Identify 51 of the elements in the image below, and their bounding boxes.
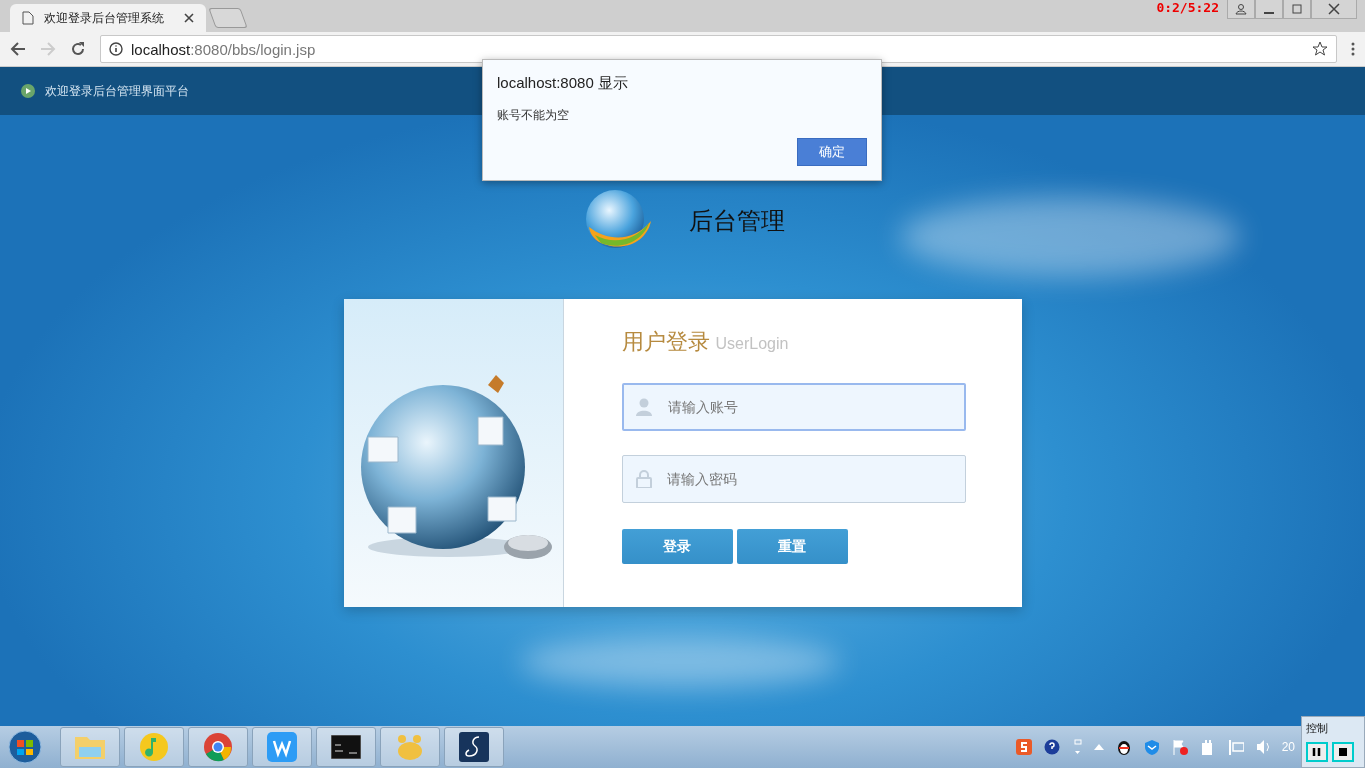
dialog-title: localhost:8080 显示 [497,74,629,93]
chrome-app-button[interactable] [188,727,248,767]
paw-icon [395,733,425,761]
help-icon[interactable] [1043,739,1060,755]
pause-button[interactable] [1306,742,1328,762]
chrome-icon [203,732,233,762]
script-app-button[interactable] [444,727,504,767]
minimize-button[interactable] [1255,0,1283,19]
console-icon [331,735,361,759]
stop-button[interactable] [1332,742,1354,762]
close-icon [1328,3,1340,15]
pause-icon [1312,747,1322,757]
script-icon [459,732,489,762]
menu-icon[interactable] [1351,41,1355,57]
close-icon[interactable] [184,13,194,23]
reload-icon[interactable] [70,41,86,57]
info-icon [109,42,123,56]
url-text: localhost:8080/bbs/login.jsp [131,40,316,58]
control-panel-title: 控制 [1306,721,1329,736]
star-icon[interactable] [1312,41,1328,57]
tab-title: 欢迎登录后台管理系统 [44,9,165,27]
window-close-button[interactable] [1311,0,1357,19]
minimize-icon [1263,12,1275,14]
input-method-icon[interactable] [1015,739,1032,755]
header-text: 欢迎登录后台管理界面平台 [45,82,189,100]
browser-tab[interactable]: 欢迎登录后台管理系统 [10,4,206,32]
play-icon [21,84,35,98]
address-bar[interactable]: localhost:8080/bbs/login.jsp [100,35,1337,63]
password-field[interactable]: 请输入密码 [621,455,966,503]
profile-button[interactable] [1227,0,1255,19]
document-icon [22,11,34,25]
music-icon [139,732,169,762]
login-subtitle: UserLogin [715,335,789,353]
brand-title: 后台管理 [688,206,785,236]
writer-icon [267,732,297,762]
back-icon[interactable] [10,41,26,57]
shield-icon[interactable] [1143,739,1160,755]
maximize-icon [1291,3,1303,15]
login-title: 用户登录 [621,328,710,356]
console-app-button[interactable] [316,727,376,767]
dialog-message: 账号不能为空 [497,107,570,124]
reset-button[interactable]: 重置 [736,529,848,564]
username-field[interactable]: 请输入账号 [621,383,966,431]
person-icon [1235,3,1247,15]
start-button[interactable] [8,730,42,764]
ok-button[interactable]: 确定 [797,138,867,166]
flag-icon[interactable] [1171,739,1188,755]
clock-text: 20 [1281,740,1295,754]
login-button[interactable]: 登录 [621,529,733,564]
stop-icon [1338,747,1348,757]
recorder-timer: 0:2/5:22 [1156,0,1219,17]
